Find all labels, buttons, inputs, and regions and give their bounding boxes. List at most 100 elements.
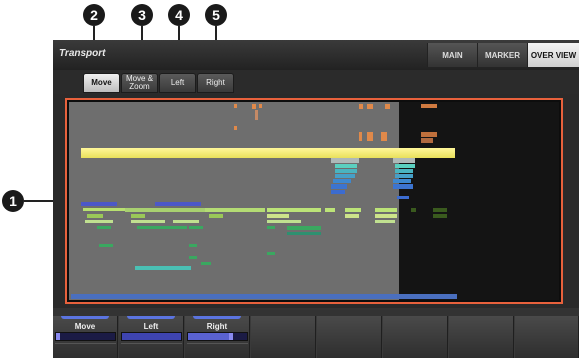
pad-left[interactable]: Left: [119, 316, 184, 358]
pad-label: Move: [74, 322, 96, 331]
event-block: [267, 220, 301, 223]
event-block: [331, 190, 345, 194]
event-block: [325, 208, 335, 212]
pad-empty[interactable]: [515, 316, 579, 358]
overview-panel[interactable]: [65, 98, 563, 304]
event-block: [234, 104, 237, 108]
slider-knob[interactable]: [56, 333, 60, 340]
event-block: [393, 179, 411, 183]
event-block: [131, 214, 145, 218]
event-block: [125, 208, 205, 212]
event-block: [189, 244, 197, 247]
event-block: [393, 184, 413, 189]
tab-over-view[interactable]: OVER VIEW: [527, 43, 579, 67]
event-block: [367, 132, 373, 141]
event-block: [395, 169, 413, 173]
event-block: [395, 174, 413, 178]
left-button[interactable]: Left: [159, 73, 196, 93]
move-zoom-button[interactable]: Move & Zoom: [121, 73, 158, 93]
callout-1: 1: [2, 190, 24, 212]
move-button[interactable]: Move: [83, 73, 120, 93]
event-block: [205, 208, 265, 212]
event-block: [411, 208, 416, 212]
slider-knob[interactable]: [229, 333, 234, 340]
event-block: [252, 104, 256, 109]
event-block: [335, 174, 355, 178]
tab-main[interactable]: MAIN: [427, 43, 477, 67]
event-block: [433, 208, 447, 212]
event-block: [333, 179, 351, 183]
event-block: [375, 214, 397, 218]
slider-fill: [122, 333, 181, 340]
visible-region[interactable]: [69, 102, 399, 300]
tab-marker[interactable]: MARKER: [477, 43, 527, 67]
event-block: [267, 252, 275, 255]
pad-empty[interactable]: [251, 316, 316, 358]
event-block: [421, 104, 437, 108]
event-block: [359, 104, 363, 109]
event-block: [267, 214, 289, 218]
event-block: [267, 226, 275, 229]
event-block: [367, 104, 373, 109]
left-slider[interactable]: [121, 332, 182, 341]
event-block: [81, 202, 117, 206]
event-block: [201, 262, 211, 265]
transport-device: Transport MAIN MARKER OVER VIEW Move Mov…: [53, 40, 579, 358]
event-block: [345, 208, 361, 212]
playhead-bar: [81, 148, 455, 158]
pad-move[interactable]: Move: [53, 316, 118, 358]
event-block: [381, 132, 387, 141]
pad-grid: [55, 343, 116, 357]
event-block: [259, 104, 262, 108]
event-block: [173, 220, 199, 223]
pad-tab: [193, 316, 241, 319]
event-block: [331, 184, 347, 189]
event-block: [255, 110, 258, 120]
pad-empty[interactable]: [317, 316, 382, 358]
callout-5: 5: [205, 4, 227, 26]
event-block: [85, 220, 113, 223]
manual-figure: 2 3 4 5 1 Transport MAIN MARKER OVER VIE…: [0, 0, 579, 358]
event-block: [421, 138, 433, 143]
right-button[interactable]: Right: [197, 73, 234, 93]
event-block: [99, 244, 113, 247]
title-bar: Transport MAIN MARKER OVER VIEW: [53, 40, 579, 70]
event-block: [375, 220, 395, 223]
pad-label: Right: [206, 322, 228, 331]
event-block: [375, 208, 397, 212]
pad-right[interactable]: Right: [185, 316, 250, 358]
event-block: [335, 164, 357, 168]
event-block: [209, 214, 223, 218]
overview-scroll-track[interactable]: [71, 294, 457, 299]
event-block: [234, 126, 237, 130]
event-block: [87, 214, 103, 218]
event-block: [331, 158, 359, 163]
event-block: [359, 132, 362, 141]
event-block: [335, 169, 357, 173]
event-block: [137, 226, 187, 229]
pad-tab: [127, 316, 175, 319]
move-slider[interactable]: [55, 332, 116, 341]
event-block: [97, 226, 111, 229]
pad-empty[interactable]: [449, 316, 514, 358]
event-block: [345, 214, 359, 218]
event-block: [267, 208, 321, 212]
event-block: [155, 202, 201, 206]
event-block: [421, 132, 437, 137]
event-block: [287, 226, 321, 230]
overview-canvas[interactable]: [69, 102, 559, 300]
pad-tab: [61, 316, 109, 319]
event-block: [131, 220, 165, 223]
event-block: [433, 214, 447, 218]
event-block: [393, 158, 415, 163]
event-block: [189, 256, 197, 259]
pad-empty[interactable]: [383, 316, 448, 358]
event-block: [189, 226, 203, 229]
divider: [53, 308, 579, 316]
event-block: [385, 104, 390, 109]
pad-grid: [187, 343, 248, 357]
callout-3: 3: [131, 4, 153, 26]
app-title: Transport: [59, 48, 106, 59]
right-slider[interactable]: [187, 332, 248, 341]
slider-fill: [188, 333, 230, 340]
